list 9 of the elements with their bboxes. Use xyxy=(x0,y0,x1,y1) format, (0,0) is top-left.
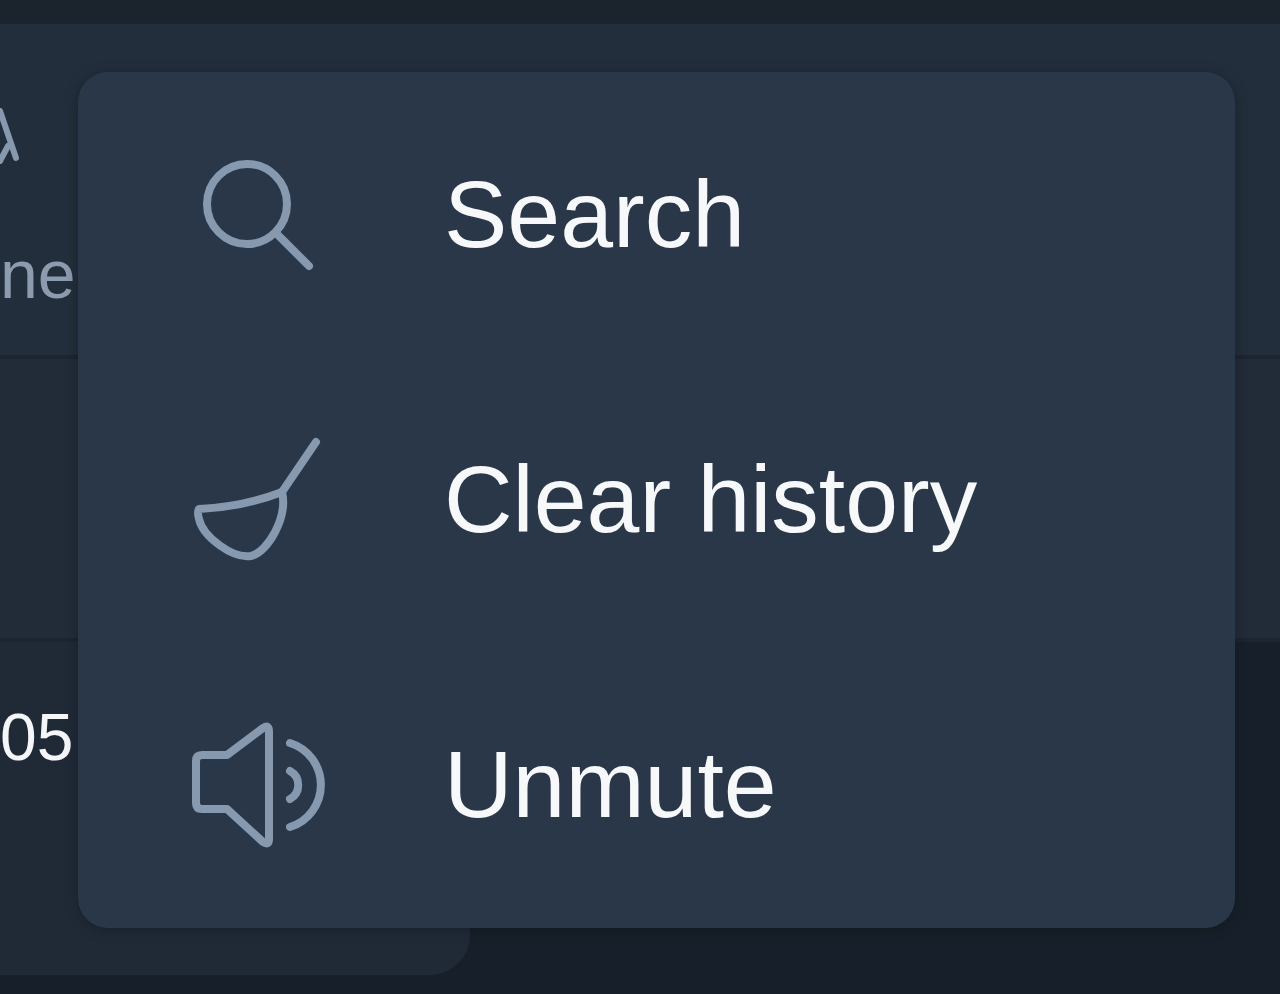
cross-icon[interactable] xyxy=(0,108,20,164)
menu-item[interactable]: Clear history xyxy=(78,357,1235,642)
search-icon xyxy=(202,158,314,271)
menu-item[interactable]: Unmute xyxy=(78,642,1235,927)
broom-icon xyxy=(193,436,323,563)
speaker-icon xyxy=(190,720,326,849)
header-label: ne xyxy=(0,240,76,308)
menu-item[interactable]: Search xyxy=(78,72,1235,357)
message-time: 05 xyxy=(0,704,74,770)
